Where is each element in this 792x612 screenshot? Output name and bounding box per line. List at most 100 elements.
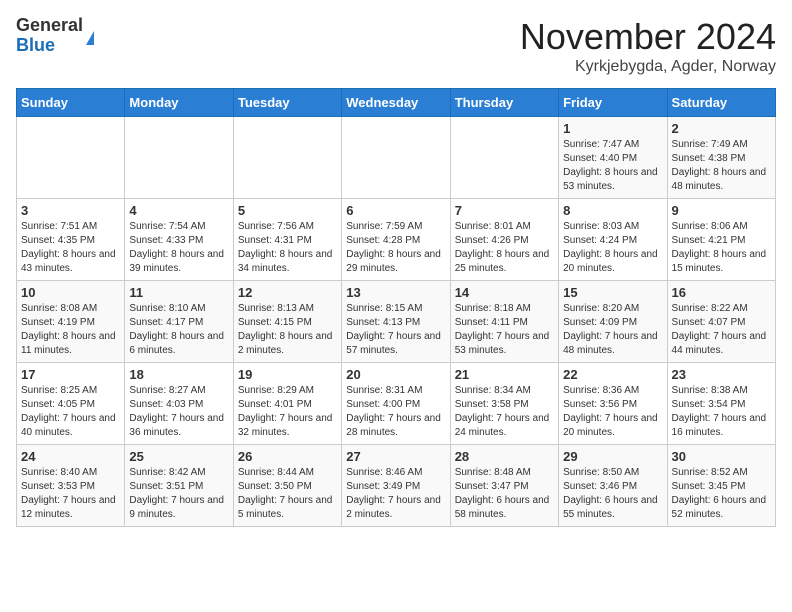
- day-info: Sunrise: 8:40 AMSunset: 3:53 PMDaylight:…: [21, 466, 120, 522]
- day-number: 11: [129, 285, 228, 300]
- calendar-day: 3 Sunrise: 7:51 AMSunset: 4:35 PMDaylight…: [17, 199, 125, 281]
- calendar-day: 10 Sunrise: 8:08 AMSunset: 4:19 PMDayligh…: [17, 281, 125, 363]
- calendar-day: 7 Sunrise: 8:01 AMSunset: 4:26 PMDaylight…: [450, 199, 558, 281]
- day-number: 13: [346, 285, 445, 300]
- weekday-header: Saturday: [667, 89, 775, 117]
- page-header: General Blue November 2024 Kyrkjebygda, …: [16, 16, 776, 76]
- day-number: 7: [455, 203, 554, 218]
- calendar-day: 9 Sunrise: 8:06 AMSunset: 4:21 PMDaylight…: [667, 199, 775, 281]
- day-number: 22: [563, 367, 662, 382]
- calendar-day: 8 Sunrise: 8:03 AMSunset: 4:24 PMDaylight…: [559, 199, 667, 281]
- day-info: Sunrise: 8:48 AMSunset: 3:47 PMDaylight:…: [455, 466, 554, 522]
- day-info: Sunrise: 7:49 AMSunset: 4:38 PMDaylight:…: [672, 138, 771, 194]
- day-number: 17: [21, 367, 120, 382]
- calendar-day: 13 Sunrise: 8:15 AMSunset: 4:13 PMDayligh…: [342, 281, 450, 363]
- calendar-day: 19 Sunrise: 8:29 AMSunset: 4:01 PMDayligh…: [233, 363, 341, 445]
- day-number: 10: [21, 285, 120, 300]
- calendar-day: 15Sunrise: 8:20 AMSunset: 4:09 PMDayligh…: [559, 281, 667, 363]
- day-number: 26: [238, 449, 337, 464]
- calendar-day: 27Sunrise: 8:46 AMSunset: 3:49 PMDayligh…: [342, 445, 450, 527]
- day-number: 25: [129, 449, 228, 464]
- calendar: SundayMondayTuesdayWednesdayThursdayFrid…: [16, 88, 776, 527]
- day-number: 2: [672, 121, 771, 136]
- day-info: Sunrise: 8:13 AMSunset: 4:15 PMDaylight:…: [238, 302, 337, 358]
- empty-day: [125, 117, 233, 199]
- calendar-day: 14 Sunrise: 8:18 AMSunset: 4:11 PMDayligh…: [450, 281, 558, 363]
- empty-day: [233, 117, 341, 199]
- weekday-header: Friday: [559, 89, 667, 117]
- calendar-day: 30 Sunrise: 8:52 AMSunset: 3:45 PMDayligh…: [667, 445, 775, 527]
- day-info: Sunrise: 8:18 AMSunset: 4:11 PMDaylight:…: [455, 302, 554, 358]
- calendar-day: 6Sunrise: 7:59 AMSunset: 4:28 PMDaylight…: [342, 199, 450, 281]
- empty-day: [17, 117, 125, 199]
- calendar-day: 17 Sunrise: 8:25 AMSunset: 4:05 PMDayligh…: [17, 363, 125, 445]
- day-number: 9: [672, 203, 771, 218]
- title-block: November 2024 Kyrkjebygda, Agder, Norway: [520, 16, 776, 76]
- day-number: 16: [672, 285, 771, 300]
- day-info: Sunrise: 8:50 AMSunset: 3:46 PMDaylight:…: [563, 466, 662, 522]
- day-info: Sunrise: 7:51 AMSunset: 4:35 PMDaylight:…: [21, 220, 120, 276]
- empty-day: [342, 117, 450, 199]
- day-info: Sunrise: 8:06 AMSunset: 4:21 PMDaylight:…: [672, 220, 771, 276]
- calendar-day: 1 Sunrise: 7:47 AMSunset: 4:40 PMDaylight…: [559, 117, 667, 199]
- calendar-day: 21 Sunrise: 8:34 AMSunset: 3:58 PMDayligh…: [450, 363, 558, 445]
- calendar-day: 23 Sunrise: 8:38 AMSunset: 3:54 PMDayligh…: [667, 363, 775, 445]
- day-number: 24: [21, 449, 120, 464]
- day-info: Sunrise: 7:47 AMSunset: 4:40 PMDaylight:…: [563, 138, 662, 194]
- day-number: 14: [455, 285, 554, 300]
- day-number: 23: [672, 367, 771, 382]
- calendar-day: 28 Sunrise: 8:48 AMSunset: 3:47 PMDayligh…: [450, 445, 558, 527]
- calendar-day: 26 Sunrise: 8:44 AMSunset: 3:50 PMDayligh…: [233, 445, 341, 527]
- month-title: November 2024: [520, 16, 776, 58]
- logo: General Blue: [16, 16, 94, 56]
- weekday-header: Monday: [125, 89, 233, 117]
- day-info: Sunrise: 8:15 AMSunset: 4:13 PMDaylight:…: [346, 302, 445, 358]
- day-info: Sunrise: 8:01 AMSunset: 4:26 PMDaylight:…: [455, 220, 554, 276]
- calendar-day: 12Sunrise: 8:13 AMSunset: 4:15 PMDayligh…: [233, 281, 341, 363]
- day-info: Sunrise: 8:03 AMSunset: 4:24 PMDaylight:…: [563, 220, 662, 276]
- day-info: Sunrise: 7:56 AMSunset: 4:31 PMDaylight:…: [238, 220, 337, 276]
- day-number: 5: [238, 203, 337, 218]
- weekday-header: Wednesday: [342, 89, 450, 117]
- day-number: 18: [129, 367, 228, 382]
- day-number: 3: [21, 203, 120, 218]
- location: Kyrkjebygda, Agder, Norway: [520, 58, 776, 76]
- day-info: Sunrise: 8:31 AMSunset: 4:00 PMDaylight:…: [346, 384, 445, 440]
- logo-general: General: [16, 16, 83, 36]
- calendar-day: 25Sunrise: 8:42 AMSunset: 3:51 PMDayligh…: [125, 445, 233, 527]
- day-info: Sunrise: 8:34 AMSunset: 3:58 PMDaylight:…: [455, 384, 554, 440]
- calendar-header: SundayMondayTuesdayWednesdayThursdayFrid…: [17, 89, 776, 117]
- day-info: Sunrise: 8:38 AMSunset: 3:54 PMDaylight:…: [672, 384, 771, 440]
- logo-blue: Blue: [16, 36, 83, 56]
- day-number: 20: [346, 367, 445, 382]
- calendar-day: 22 Sunrise: 8:36 AMSunset: 3:56 PMDayligh…: [559, 363, 667, 445]
- day-info: Sunrise: 8:46 AMSunset: 3:49 PMDaylight:…: [346, 466, 445, 522]
- calendar-day: 2 Sunrise: 7:49 AMSunset: 4:38 PMDaylight…: [667, 117, 775, 199]
- day-number: 19: [238, 367, 337, 382]
- weekday-header: Tuesday: [233, 89, 341, 117]
- day-info: Sunrise: 8:08 AMSunset: 4:19 PMDaylight:…: [21, 302, 120, 358]
- weekday-header: Sunday: [17, 89, 125, 117]
- day-number: 8: [563, 203, 662, 218]
- day-info: Sunrise: 8:10 AMSunset: 4:17 PMDaylight:…: [129, 302, 228, 358]
- calendar-day: 4Sunrise: 7:54 AMSunset: 4:33 PMDaylight…: [125, 199, 233, 281]
- day-number: 29: [563, 449, 662, 464]
- day-info: Sunrise: 8:29 AMSunset: 4:01 PMDaylight:…: [238, 384, 337, 440]
- day-info: Sunrise: 8:27 AMSunset: 4:03 PMDaylight:…: [129, 384, 228, 440]
- day-number: 30: [672, 449, 771, 464]
- day-number: 1: [563, 121, 662, 136]
- day-info: Sunrise: 8:44 AMSunset: 3:50 PMDaylight:…: [238, 466, 337, 522]
- calendar-day: 16 Sunrise: 8:22 AMSunset: 4:07 PMDayligh…: [667, 281, 775, 363]
- day-info: Sunrise: 8:36 AMSunset: 3:56 PMDaylight:…: [563, 384, 662, 440]
- day-info: Sunrise: 8:20 AMSunset: 4:09 PMDaylight:…: [563, 302, 662, 358]
- day-info: Sunrise: 8:22 AMSunset: 4:07 PMDaylight:…: [672, 302, 771, 358]
- day-number: 21: [455, 367, 554, 382]
- day-info: Sunrise: 8:52 AMSunset: 3:45 PMDaylight:…: [672, 466, 771, 522]
- day-info: Sunrise: 8:25 AMSunset: 4:05 PMDaylight:…: [21, 384, 120, 440]
- empty-day: [450, 117, 558, 199]
- day-number: 28: [455, 449, 554, 464]
- calendar-day: 24 Sunrise: 8:40 AMSunset: 3:53 PMDayligh…: [17, 445, 125, 527]
- weekday-header: Thursday: [450, 89, 558, 117]
- day-info: Sunrise: 7:59 AMSunset: 4:28 PMDaylight:…: [346, 220, 445, 276]
- day-number: 4: [129, 203, 228, 218]
